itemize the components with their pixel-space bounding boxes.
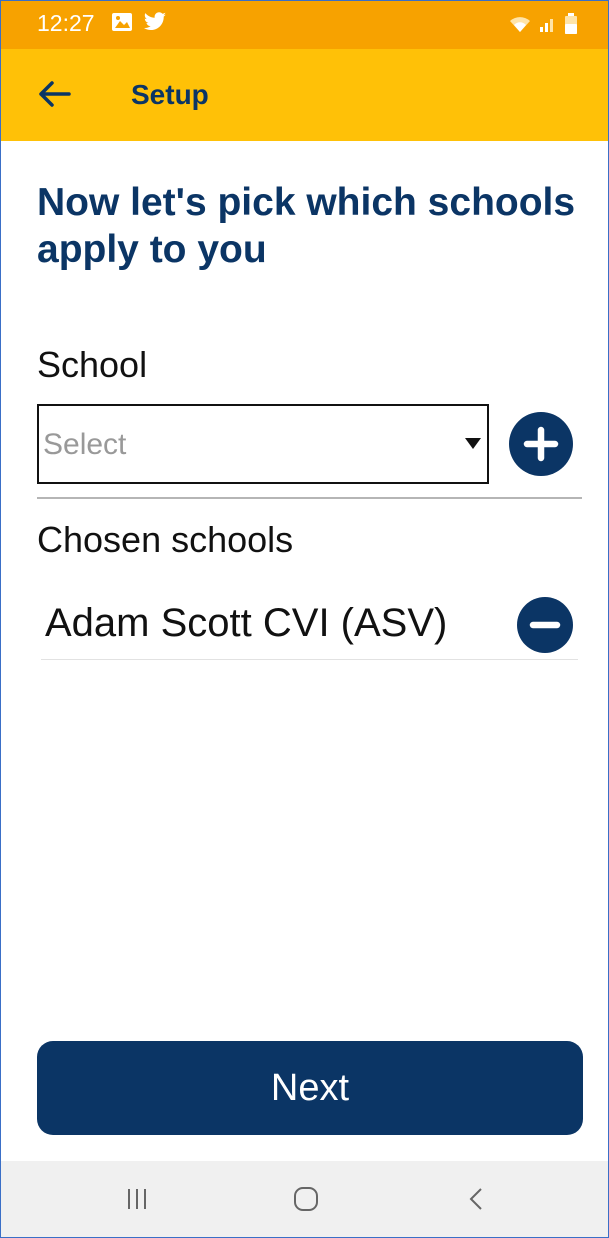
chosen-schools-label: Chosen schools	[37, 519, 294, 560]
app-bar: Setup	[1, 49, 608, 141]
image-icon	[112, 13, 132, 31]
status-bar: 12:27	[1, 1, 608, 49]
status-notification-icons	[111, 12, 167, 32]
add-school-button[interactable]	[509, 412, 573, 476]
caret-down-icon	[465, 438, 481, 449]
chosen-school-item: Adam Scott CVI (ASV)	[41, 589, 578, 660]
signal-icon	[540, 19, 553, 32]
minus-circle-icon	[529, 621, 561, 629]
page-heading: Now let's pick which schools apply to yo…	[37, 181, 576, 271]
system-nav-bar	[1, 1161, 608, 1237]
plus-circle-icon	[523, 426, 559, 462]
school-select-placeholder: Select	[43, 428, 127, 461]
wifi-icon	[510, 17, 530, 32]
chosen-school-name: Adam Scott CVI (ASV)	[45, 601, 448, 645]
recents-icon[interactable]	[125, 1187, 149, 1211]
divider	[37, 497, 582, 499]
app-bar-title: Setup	[131, 79, 209, 110]
remove-school-button[interactable]	[517, 597, 573, 653]
status-system-icons	[508, 13, 578, 35]
twitter-icon	[144, 12, 166, 31]
school-label: School	[37, 344, 148, 385]
school-select[interactable]: Select	[37, 404, 489, 484]
status-time: 12:27	[37, 10, 95, 36]
back-icon[interactable]	[467, 1187, 487, 1211]
back-arrow-icon[interactable]	[37, 79, 73, 109]
home-icon[interactable]	[293, 1186, 319, 1212]
next-button[interactable]: Next	[37, 1041, 583, 1135]
phone-screen: 12:27 Setup Now let's pick which schools…	[0, 0, 609, 1238]
battery-icon	[565, 13, 577, 34]
